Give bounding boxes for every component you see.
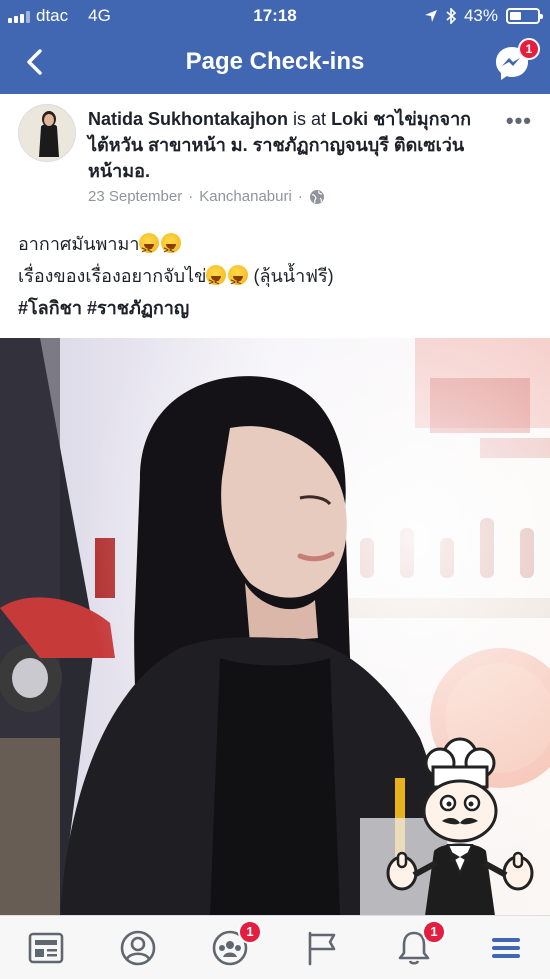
messenger-button[interactable]: 1 xyxy=(492,38,540,84)
notifications-tab[interactable]: 1 xyxy=(392,920,446,970)
post-author-line: Natida Sukhontakajhon is at Loki ชาไข่มุ… xyxy=(88,106,494,184)
post-hashtags: #โลกิชา #ราชภัฏกาญ xyxy=(18,292,538,324)
notifications-badge: 1 xyxy=(422,920,446,944)
page-title: Page Check-ins xyxy=(185,48,365,75)
meta-separator-2: · xyxy=(297,188,303,205)
groups-badge: 1 xyxy=(238,920,262,944)
author-name[interactable]: Natida Sukhontakajhon xyxy=(88,109,288,129)
more-options-icon[interactable]: ••• xyxy=(506,108,532,134)
is-at-text: is at xyxy=(293,109,327,129)
hashtag-link[interactable]: #โลกิชา xyxy=(18,298,82,318)
meta-separator: · xyxy=(188,188,194,205)
grinning-squint-emoji-icon xyxy=(139,233,160,266)
globe-icon xyxy=(309,189,324,204)
top-bar: dtac 4G 17:18 43% Page Check-ins 1 xyxy=(0,0,550,94)
messenger-badge: 1 xyxy=(518,38,540,60)
post-body: อากาศมันพามา เรื่องของเรื่องอยากจับไข่ (… xyxy=(18,228,538,324)
grinning-squint-emoji-icon xyxy=(228,265,249,298)
pages-flag-icon[interactable] xyxy=(300,926,344,970)
chef-mascot-icon xyxy=(386,737,534,915)
hashtag-link[interactable]: #ราชภัฏกาญ xyxy=(87,298,189,318)
battery-percent: 43% xyxy=(463,6,498,25)
post-text-line-1: อากาศมันพามา xyxy=(18,228,538,266)
post-location[interactable]: Kanchanaburi xyxy=(199,188,292,205)
location-arrow-icon xyxy=(424,10,437,22)
post-photo[interactable] xyxy=(0,338,550,915)
profile-icon[interactable] xyxy=(116,926,160,970)
status-bar: dtac 4G 17:18 43% xyxy=(0,0,550,32)
grinning-squint-emoji-icon xyxy=(161,233,182,266)
post-date[interactable]: 23 September xyxy=(88,188,182,205)
battery-icon xyxy=(506,8,543,24)
post-meta: 23 September · Kanchanaburi · xyxy=(88,188,325,205)
post-text-line-2: เรื่องของเรื่องอยากจับไข่ (ลุ้นน้ำฟรี) xyxy=(18,260,538,298)
groups-tab[interactable]: 1 xyxy=(208,920,262,970)
post-header: Natida Sukhontakajhon is at Loki ชาไข่มุ… xyxy=(0,94,550,224)
bottom-tab-bar: 1 1 xyxy=(0,915,550,979)
avatar[interactable] xyxy=(18,104,76,162)
bluetooth-icon xyxy=(446,8,456,24)
news-feed-icon[interactable] xyxy=(24,926,68,970)
grinning-squint-emoji-icon xyxy=(206,265,227,298)
menu-icon[interactable] xyxy=(484,926,528,970)
navigation-bar: Page Check-ins 1 xyxy=(0,34,550,92)
